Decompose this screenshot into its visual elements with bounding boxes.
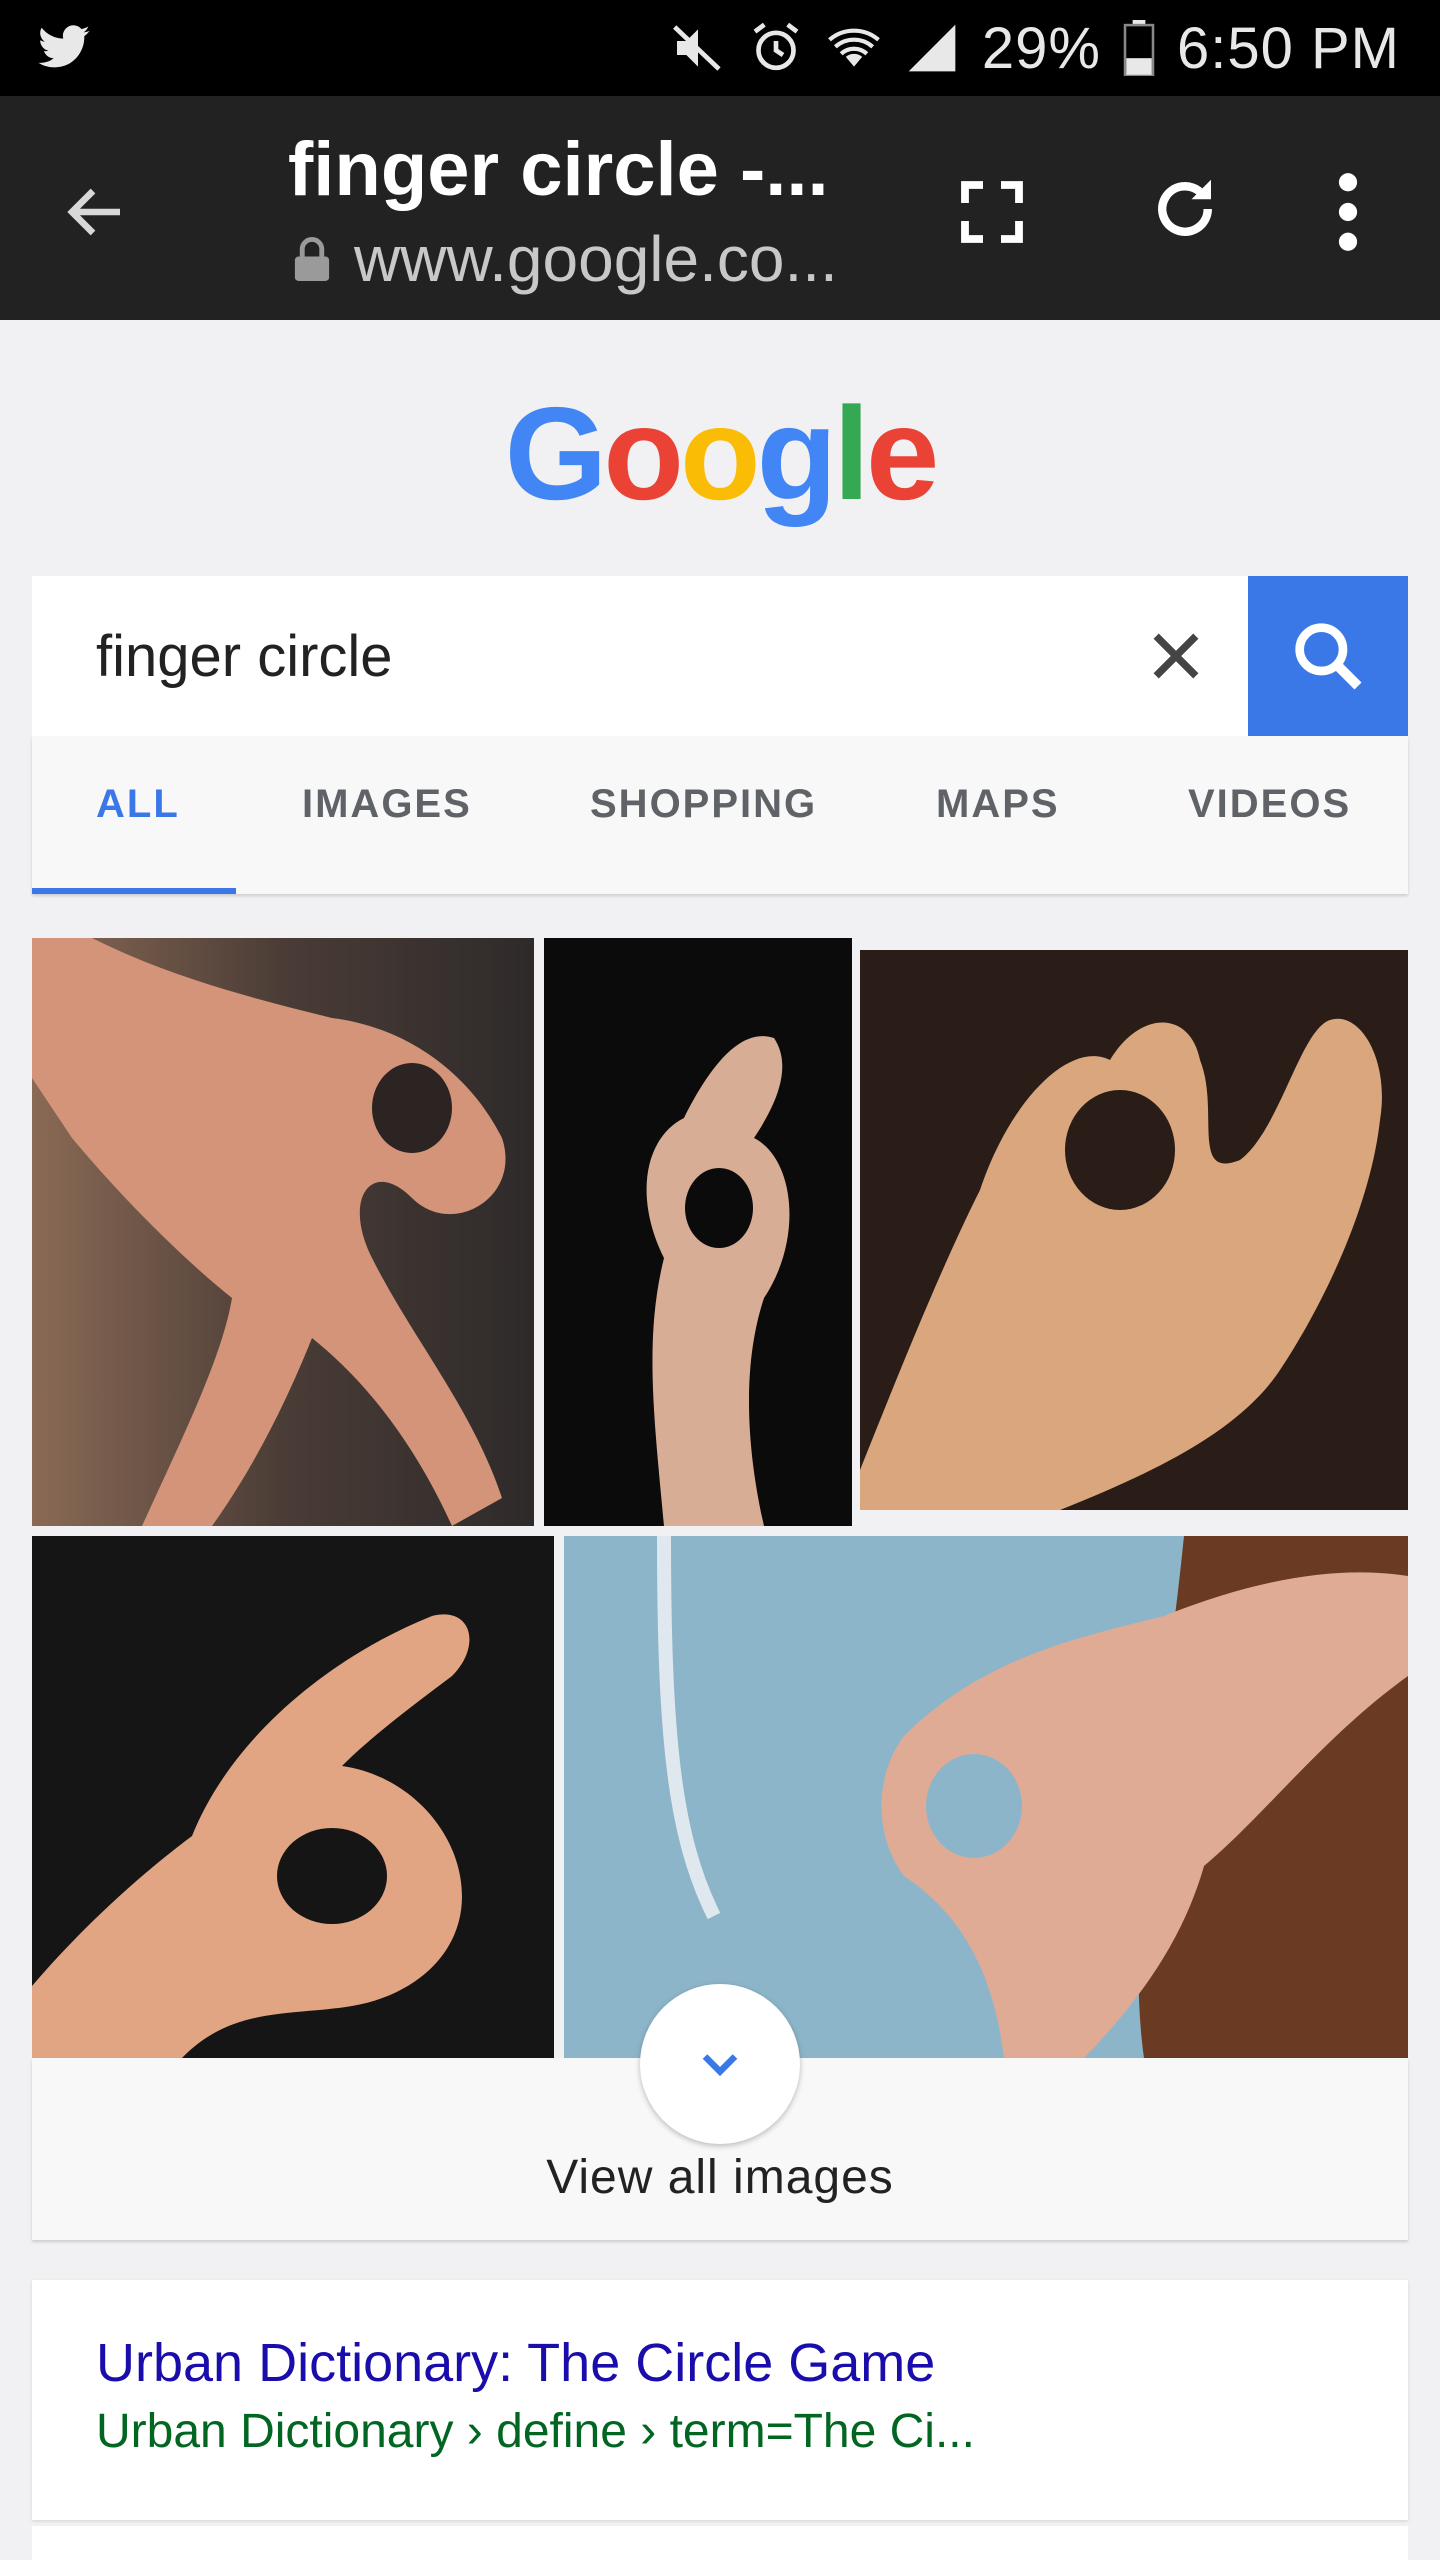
url-row: www.google.co...: [292, 222, 838, 296]
image-result[interactable]: [32, 938, 534, 1526]
back-arrow-icon[interactable]: [60, 176, 132, 248]
image-results: [32, 938, 1408, 2058]
twitter-icon: [38, 25, 90, 68]
page-url[interactable]: www.google.co...: [354, 222, 838, 296]
search-input[interactable]: [96, 616, 1076, 696]
logo-letter: G: [504, 380, 608, 527]
search-result: Urban Dictionary: The Circle Game Urban …: [32, 2280, 1408, 2520]
view-all-label: View all images: [546, 2151, 894, 2204]
status-bar: 29% 6:50 PM: [0, 0, 1440, 96]
result-url[interactable]: Urban Dictionary › define › term=The Ci.…: [96, 2404, 975, 2459]
battery-icon: [1123, 20, 1155, 76]
image-result[interactable]: [32, 1536, 554, 2058]
search-tabs: ALL IMAGES SHOPPING MAPS VIDEOS: [32, 736, 1408, 894]
logo-letter: g: [756, 380, 838, 527]
clear-icon[interactable]: [1142, 622, 1210, 690]
lock-icon: [294, 237, 330, 281]
logo-letter: o: [603, 380, 684, 527]
tab-shopping[interactable]: SHOPPING: [590, 782, 817, 827]
next-result-card: [32, 2526, 1408, 2560]
search-box: [32, 576, 1408, 736]
wifi-icon: [828, 28, 880, 67]
image-result[interactable]: [564, 1536, 1408, 2058]
logo-letter: o: [679, 380, 761, 527]
alarm-icon: [753, 22, 799, 71]
search-button[interactable]: [1248, 576, 1408, 736]
tab-images[interactable]: IMAGES: [302, 782, 472, 827]
tab-videos[interactable]: VIDEOS: [1188, 782, 1351, 827]
battery-percent: 29%: [981, 15, 1101, 81]
chevron-down-icon: [702, 2054, 738, 2077]
image-result[interactable]: [860, 950, 1408, 1510]
more-vert-icon[interactable]: [1330, 170, 1366, 254]
google-logo[interactable]: Google: [0, 378, 1440, 529]
active-tab-indicator: [32, 888, 236, 894]
image-result[interactable]: [544, 938, 852, 1526]
signal-icon: [908, 24, 956, 72]
tab-maps[interactable]: MAPS: [936, 782, 1060, 827]
result-title-link[interactable]: Urban Dictionary: The Circle Game: [96, 2332, 935, 2394]
clock: 6:50 PM: [1177, 15, 1400, 81]
page-title: finger circle -...: [288, 127, 829, 212]
mute-icon: [672, 25, 721, 71]
tab-all[interactable]: ALL: [96, 782, 180, 827]
logo-letter: e: [865, 380, 939, 527]
reload-icon[interactable]: [1146, 170, 1224, 248]
fullscreen-icon[interactable]: [956, 176, 1028, 248]
logo-letter: l: [833, 380, 870, 527]
search-icon: [1295, 623, 1362, 690]
browser-toolbar: finger circle -... www.google.co...: [0, 96, 1440, 320]
expand-images-button[interactable]: [640, 1984, 800, 2144]
